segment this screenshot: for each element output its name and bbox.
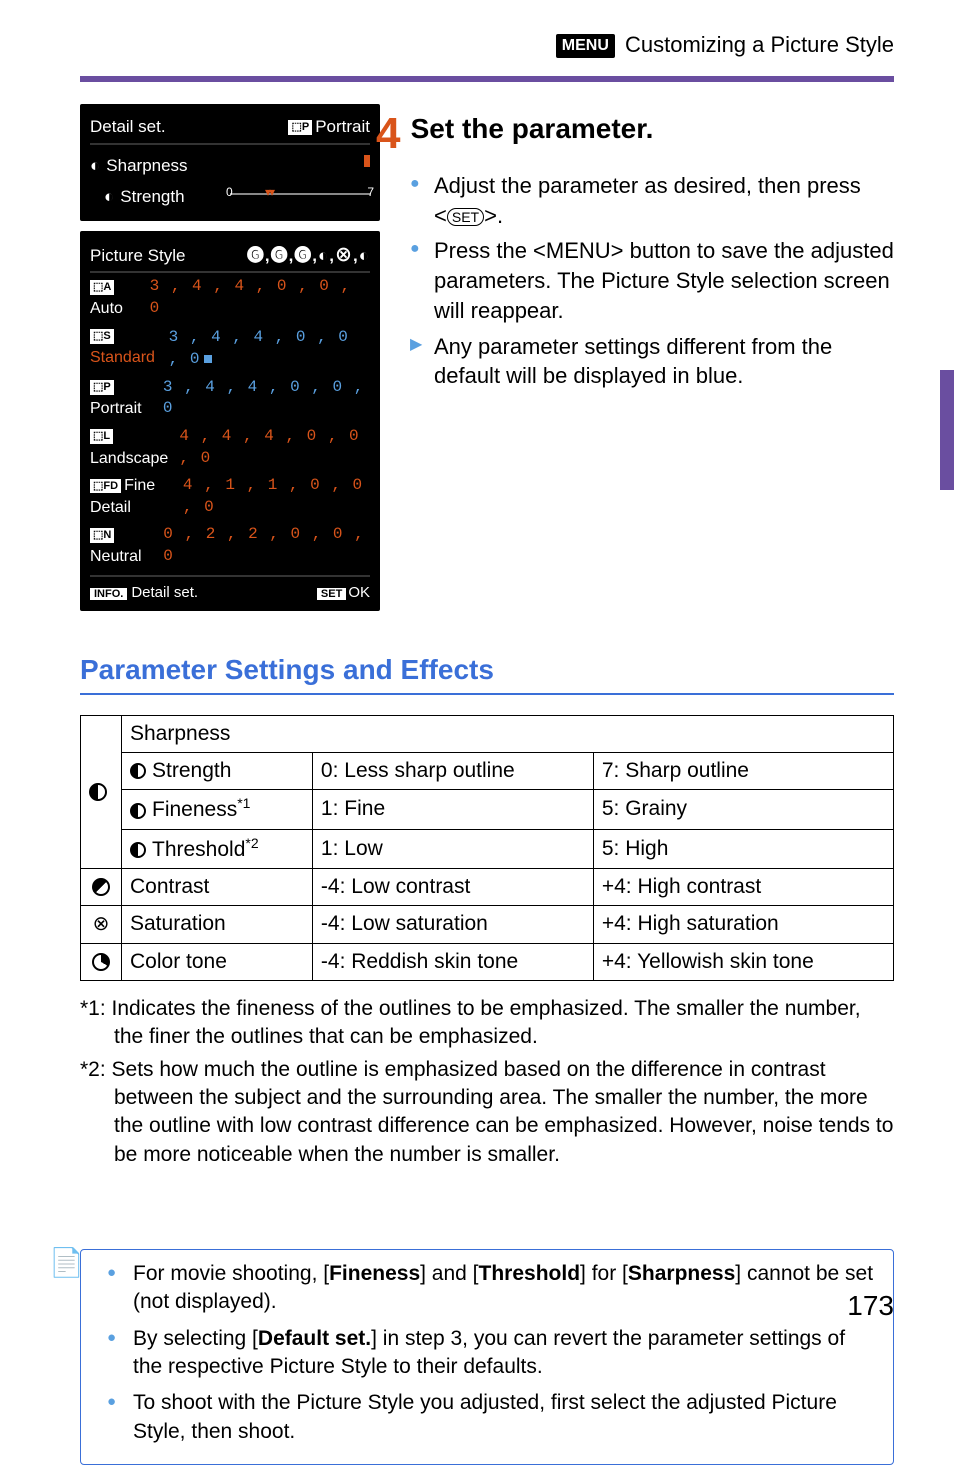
footnotes: *1: Indicates the fineness of the outlin…	[80, 995, 894, 1169]
strength-icon	[130, 763, 146, 779]
active-indicator	[364, 155, 370, 167]
note-box: 📄 For movie shooting, [Fineness] and [Th…	[80, 1249, 894, 1465]
sharpness-label: Sharpness	[106, 155, 187, 178]
list-item[interactable]: ⬚PPortrait3 , 4 , 4 , 0 , 0 , 0	[90, 374, 370, 423]
menu-icon: MENU	[556, 34, 615, 58]
step-title: Set the parameter.	[411, 110, 654, 148]
footnote-2: *2: Sets how much the outline is emphasi…	[80, 1056, 894, 1169]
note-icon: 📄	[49, 1244, 84, 1282]
table-row: Color tone -4: Reddish skin tone +4: Yel…	[81, 943, 894, 980]
picture-style-panel: Picture Style 🅖,🅖,🅖,◐,⊗,◐ ⬚AAuto3 , 4 , …	[80, 231, 380, 611]
table-row: Fineness*1 1: Fine 5: Grainy	[81, 790, 894, 829]
list-item[interactable]: ⬚FDFine Detail4 , 1 , 1 , 0 , 0 , 0	[90, 472, 370, 521]
picture-style-header-icons: 🅖,🅖,🅖,◐,⊗,◐	[247, 245, 370, 268]
set-ok-label: SETOK	[317, 583, 370, 603]
sharpness-group-icon	[81, 715, 122, 868]
fineness-icon	[130, 803, 146, 819]
page-header: MENU Customizing a Picture Style	[0, 0, 954, 70]
table-row: Strength 0: Less sharp outline 7: Sharp …	[81, 752, 894, 789]
list-item[interactable]: ⬚AAuto3 , 4 , 4 , 0 , 0 , 0	[90, 273, 370, 322]
parameter-table: Sharpness Strength 0: Less sharp outline…	[80, 715, 894, 981]
detail-set-panel: Detail set. ⬚PPortrait ◐ Sharpness ◐ Str…	[80, 104, 380, 221]
result-bullet: Any parameter settings different from th…	[434, 332, 894, 391]
strength-slider[interactable]: 0 ▾▾ 7	[230, 186, 370, 202]
detail-style-label: ⬚PPortrait	[288, 116, 370, 139]
picture-style-title: Picture Style	[90, 245, 185, 268]
strength-label: Strength	[120, 186, 184, 209]
instruction-bullet: Press the <MENU> button to save the adju…	[434, 236, 894, 325]
section-heading: Parameter Settings and Effects	[80, 651, 894, 695]
page-number: 173	[847, 1287, 894, 1325]
list-item[interactable]: ⬚LLandscape4 , 4 , 4 , 0 , 0 , 0	[90, 423, 370, 472]
slider-marker-icon: ▾▾	[265, 184, 273, 200]
threshold-icon	[130, 842, 146, 858]
sharpness-header-cell: Sharpness	[122, 715, 894, 752]
table-row: Contrast -4: Low contrast +4: High contr…	[81, 868, 894, 905]
info-detail-label: INFO.Detail set.	[90, 583, 198, 603]
instruction-bullet: Adjust the parameter as desired, then pr…	[434, 171, 894, 230]
note-item: By selecting [Default set.] in step 3, y…	[133, 1325, 879, 1382]
saturation-icon: ⊗	[81, 906, 122, 943]
step-number: 4	[376, 104, 400, 163]
list-item[interactable]: ⬚NNeutral0 , 2 , 2 , 0 , 0 , 0	[90, 521, 370, 570]
menu-button-label: MENU	[546, 238, 611, 263]
sharpness-icon: ◐	[90, 155, 100, 178]
set-button-icon: SET	[447, 208, 484, 226]
strength-icon: ◐	[104, 186, 114, 209]
list-item[interactable]: ⬚SStandard3 , 4 , 4 , 0 , 0 , 0	[90, 323, 370, 374]
contrast-icon	[81, 868, 122, 905]
note-item: To shoot with the Picture Style you adju…	[133, 1389, 879, 1446]
colortone-icon	[81, 943, 122, 980]
table-row: ⊗ Saturation -4: Low saturation +4: High…	[81, 906, 894, 943]
note-item: For movie shooting, [Fineness] and [Thre…	[133, 1260, 879, 1317]
modified-indicator	[204, 355, 212, 363]
section-tab	[940, 370, 954, 490]
detail-set-label: Detail set.	[90, 116, 166, 139]
table-row: Threshold*2 1: Low 5: High	[81, 829, 894, 868]
header-title: Customizing a Picture Style	[625, 32, 894, 57]
header-divider	[80, 76, 894, 82]
footnote-1: *1: Indicates the fineness of the outlin…	[80, 995, 894, 1052]
